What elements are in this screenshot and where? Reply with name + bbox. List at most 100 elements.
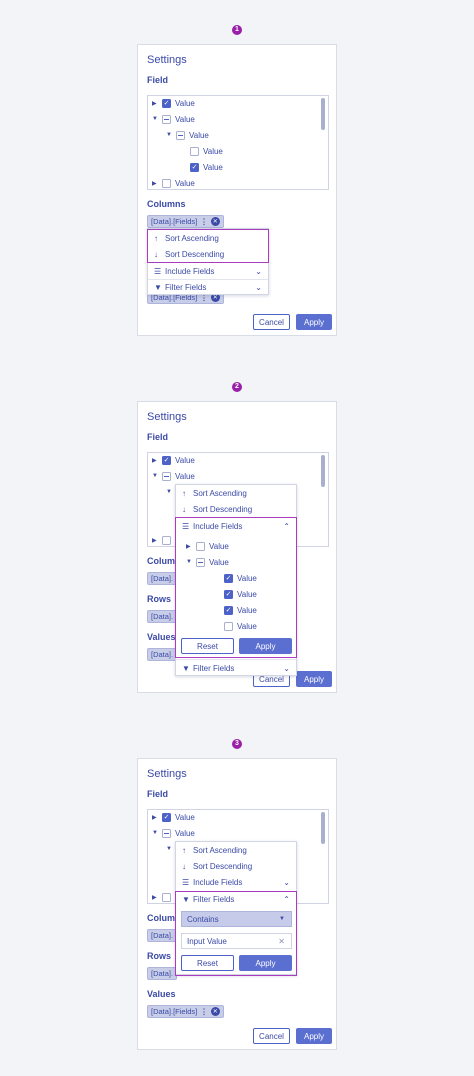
apply-button[interactable]: Apply xyxy=(296,314,332,330)
checkbox-checked[interactable]: ✓ xyxy=(162,455,171,465)
tree-row[interactable]: ▶ ✓ Value xyxy=(152,810,195,824)
tree-row[interactable]: ▼ Value xyxy=(186,555,229,569)
chevron-down-icon: ⌄ xyxy=(283,663,290,673)
field-chip[interactable]: [Data]. xyxy=(147,610,177,623)
checkbox-checked[interactable]: ✓ xyxy=(190,162,199,172)
sort-ascending-item[interactable]: ↑ Sort Ascending xyxy=(176,842,296,858)
chip-label: [Data]. xyxy=(151,650,174,659)
checkbox-partial[interactable] xyxy=(176,130,185,140)
filter-fields-item[interactable]: ▼ Filter Fields ⌄ xyxy=(176,660,296,676)
tree-row[interactable]: ✓ Value xyxy=(224,587,257,601)
apply-button[interactable]: Apply xyxy=(296,671,332,687)
filter-fields-item[interactable]: ▼ Filter Fields ⌃ xyxy=(176,891,296,907)
sort-descending-item[interactable]: ↓ Sort Descending xyxy=(176,501,296,517)
caret-right-icon[interactable]: ▶ xyxy=(152,457,162,464)
reset-button[interactable]: Reset xyxy=(181,638,234,654)
checkbox-unchecked[interactable] xyxy=(224,621,233,631)
include-fields-item[interactable]: ☰ Include Fields ⌃ xyxy=(176,518,296,534)
tree-row[interactable]: ▶ ✓ Value xyxy=(152,453,195,467)
checkbox-checked[interactable]: ✓ xyxy=(162,812,171,822)
checkbox-unchecked[interactable] xyxy=(162,178,171,188)
filter-icon: ▼ xyxy=(182,894,190,904)
apply-button[interactable]: Apply xyxy=(239,955,292,971)
field-chip[interactable]: [Data].[Fields] ⋮ ✕ xyxy=(147,1005,224,1018)
checkbox-partial[interactable] xyxy=(162,471,171,481)
arrow-up-icon: ↑ xyxy=(182,488,186,498)
field-chip[interactable]: [Data]. xyxy=(147,967,177,980)
include-fields-label: Include Fields xyxy=(165,266,215,276)
filter-fields-item[interactable]: ▼ Filter Fields ⌄ xyxy=(148,279,268,295)
field-chip[interactable]: [Data].[Fields] ⋮ ✕ xyxy=(147,215,224,228)
sort-descending-item[interactable]: ↓ Sort Descending xyxy=(176,858,296,874)
field-chip[interactable]: [Data]. xyxy=(147,648,177,661)
filter-fields-label: Filter Fields xyxy=(165,282,207,292)
cancel-button[interactable]: Cancel xyxy=(253,314,290,330)
apply-button[interactable]: Apply xyxy=(296,1028,332,1044)
caret-right-icon[interactable]: ▶ xyxy=(152,894,162,901)
include-fields-item[interactable]: ☰ Include Fields ⌄ xyxy=(176,874,296,890)
caret-down-icon[interactable]: ▼ xyxy=(152,116,162,122)
filter-icon: ▼ xyxy=(182,663,190,673)
checkbox-checked[interactable]: ✓ xyxy=(224,589,233,599)
sort-ascending-item[interactable]: ↑ Sort Ascending xyxy=(176,485,296,501)
checkbox-unchecked[interactable] xyxy=(162,892,171,902)
checkbox-unchecked[interactable] xyxy=(196,541,205,551)
more-icon[interactable]: ⋮ xyxy=(200,1007,208,1016)
filter-icon: ▼ xyxy=(154,282,162,292)
tree-row[interactable]: ▶ Value xyxy=(152,176,195,190)
highlight-frame xyxy=(147,229,269,263)
checkbox-unchecked[interactable] xyxy=(162,535,171,545)
tree-scrollbar[interactable] xyxy=(321,455,325,487)
list-icon: ☰ xyxy=(182,877,190,887)
tree-row[interactable]: ✓ Value xyxy=(224,603,257,617)
tree-item-label: Value xyxy=(175,114,195,124)
field-chip[interactable]: [Data]. xyxy=(147,929,177,942)
tree-row[interactable]: ▶ xyxy=(152,890,175,904)
caret-right-icon[interactable]: ▶ xyxy=(152,537,162,544)
caret-right-icon[interactable]: ▶ xyxy=(152,814,162,821)
checkbox-checked[interactable]: ✓ xyxy=(162,98,171,108)
clear-icon[interactable]: ✕ xyxy=(278,937,285,946)
checkbox-partial[interactable] xyxy=(196,557,205,567)
caret-right-icon[interactable]: ▶ xyxy=(152,180,162,187)
cancel-button[interactable]: Cancel xyxy=(253,1028,290,1044)
tree-scrollbar[interactable] xyxy=(321,98,325,130)
filter-input[interactable]: Input Value ✕ xyxy=(181,933,292,949)
caret-down-icon[interactable]: ▼ xyxy=(166,132,176,138)
tree-row[interactable]: ▼ Value xyxy=(152,469,195,483)
condition-select[interactable]: Contains ▼ xyxy=(181,911,292,927)
tree-scrollbar[interactable] xyxy=(321,812,325,844)
remove-icon[interactable]: ✕ xyxy=(210,1007,220,1016)
values-label: Values xyxy=(147,989,176,999)
checkbox-checked[interactable]: ✓ xyxy=(224,573,233,583)
chevron-up-icon: ⌃ xyxy=(283,521,290,531)
checkbox-partial[interactable] xyxy=(162,114,171,124)
caret-right-icon[interactable]: ▶ xyxy=(186,543,196,550)
caret-down-icon[interactable]: ▼ xyxy=(152,473,162,479)
include-fields-item[interactable]: ☰ Include Fields ⌄ xyxy=(148,263,268,279)
field-chip[interactable]: [Data]. xyxy=(147,572,177,585)
tree-row[interactable]: ▼ Value xyxy=(152,112,195,126)
caret-down-icon[interactable]: ▼ xyxy=(152,830,162,836)
chip-label: [Data].[Fields] xyxy=(151,1007,198,1016)
caret-down-icon[interactable]: ▼ xyxy=(186,559,196,565)
tree-row[interactable]: ▶ Value xyxy=(186,539,229,553)
checkbox-checked[interactable]: ✓ xyxy=(224,605,233,615)
sort-descending-label: Sort Descending xyxy=(193,504,253,514)
checkbox-partial[interactable] xyxy=(162,828,171,838)
tree-row[interactable]: Value xyxy=(224,619,257,633)
reset-button[interactable]: Reset xyxy=(181,955,234,971)
tree-row[interactable]: ✓ Value xyxy=(224,571,257,585)
apply-button[interactable]: Apply xyxy=(239,638,292,654)
tree-row[interactable]: ▼ Value xyxy=(166,128,209,142)
tree-row[interactable]: ▶ xyxy=(152,533,175,547)
caret-right-icon[interactable]: ▶ xyxy=(152,100,162,107)
checkbox-unchecked[interactable] xyxy=(190,146,199,156)
tree-row[interactable]: Value xyxy=(190,144,223,158)
tree-row[interactable]: ▼ Value xyxy=(152,826,195,840)
chip-label: [Data]. xyxy=(151,612,174,621)
tree-row[interactable]: ▶ ✓ Value xyxy=(152,96,195,110)
more-icon[interactable]: ⋮ xyxy=(200,217,208,226)
remove-icon[interactable]: ✕ xyxy=(210,217,220,226)
tree-row[interactable]: ✓ Value xyxy=(190,160,223,174)
